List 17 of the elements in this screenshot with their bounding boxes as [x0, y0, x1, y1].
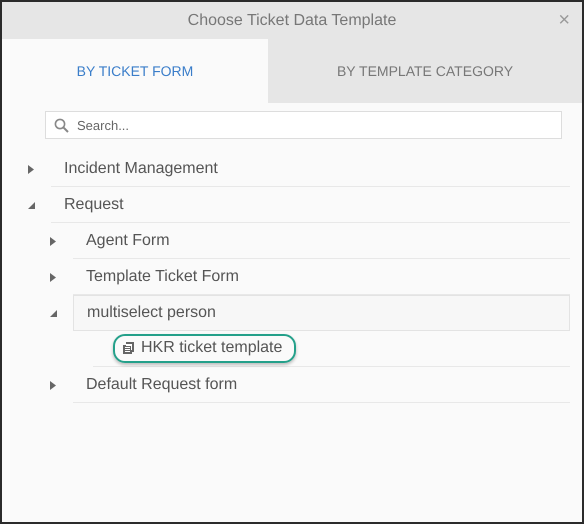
expand-arrow-icon[interactable]: [50, 272, 56, 282]
collapse-arrow-icon[interactable]: [50, 310, 57, 316]
tree-item[interactable]: Agent Form: [73, 223, 570, 259]
search-icon: [54, 118, 69, 133]
tree-item[interactable]: multiselect person: [73, 295, 570, 331]
expand-arrow-icon[interactable]: [28, 164, 34, 174]
tree-item[interactable]: Request: [51, 187, 570, 223]
window-title: Choose Ticket Data Template: [188, 12, 396, 30]
template-item[interactable]: HKR ticket template: [113, 334, 296, 363]
collapse-arrow-icon[interactable]: [28, 202, 35, 208]
tab[interactable]: BY TEMPLATE CATEGORY: [268, 39, 582, 103]
tree-item[interactable]: Incident Management: [51, 151, 570, 187]
tree-item[interactable]: Default Request form: [73, 367, 570, 403]
expand-arrow-icon[interactable]: [50, 380, 56, 390]
expand-arrow-icon[interactable]: [50, 236, 56, 246]
document-icon: [123, 342, 134, 354]
search-field[interactable]: Search...: [45, 111, 562, 139]
